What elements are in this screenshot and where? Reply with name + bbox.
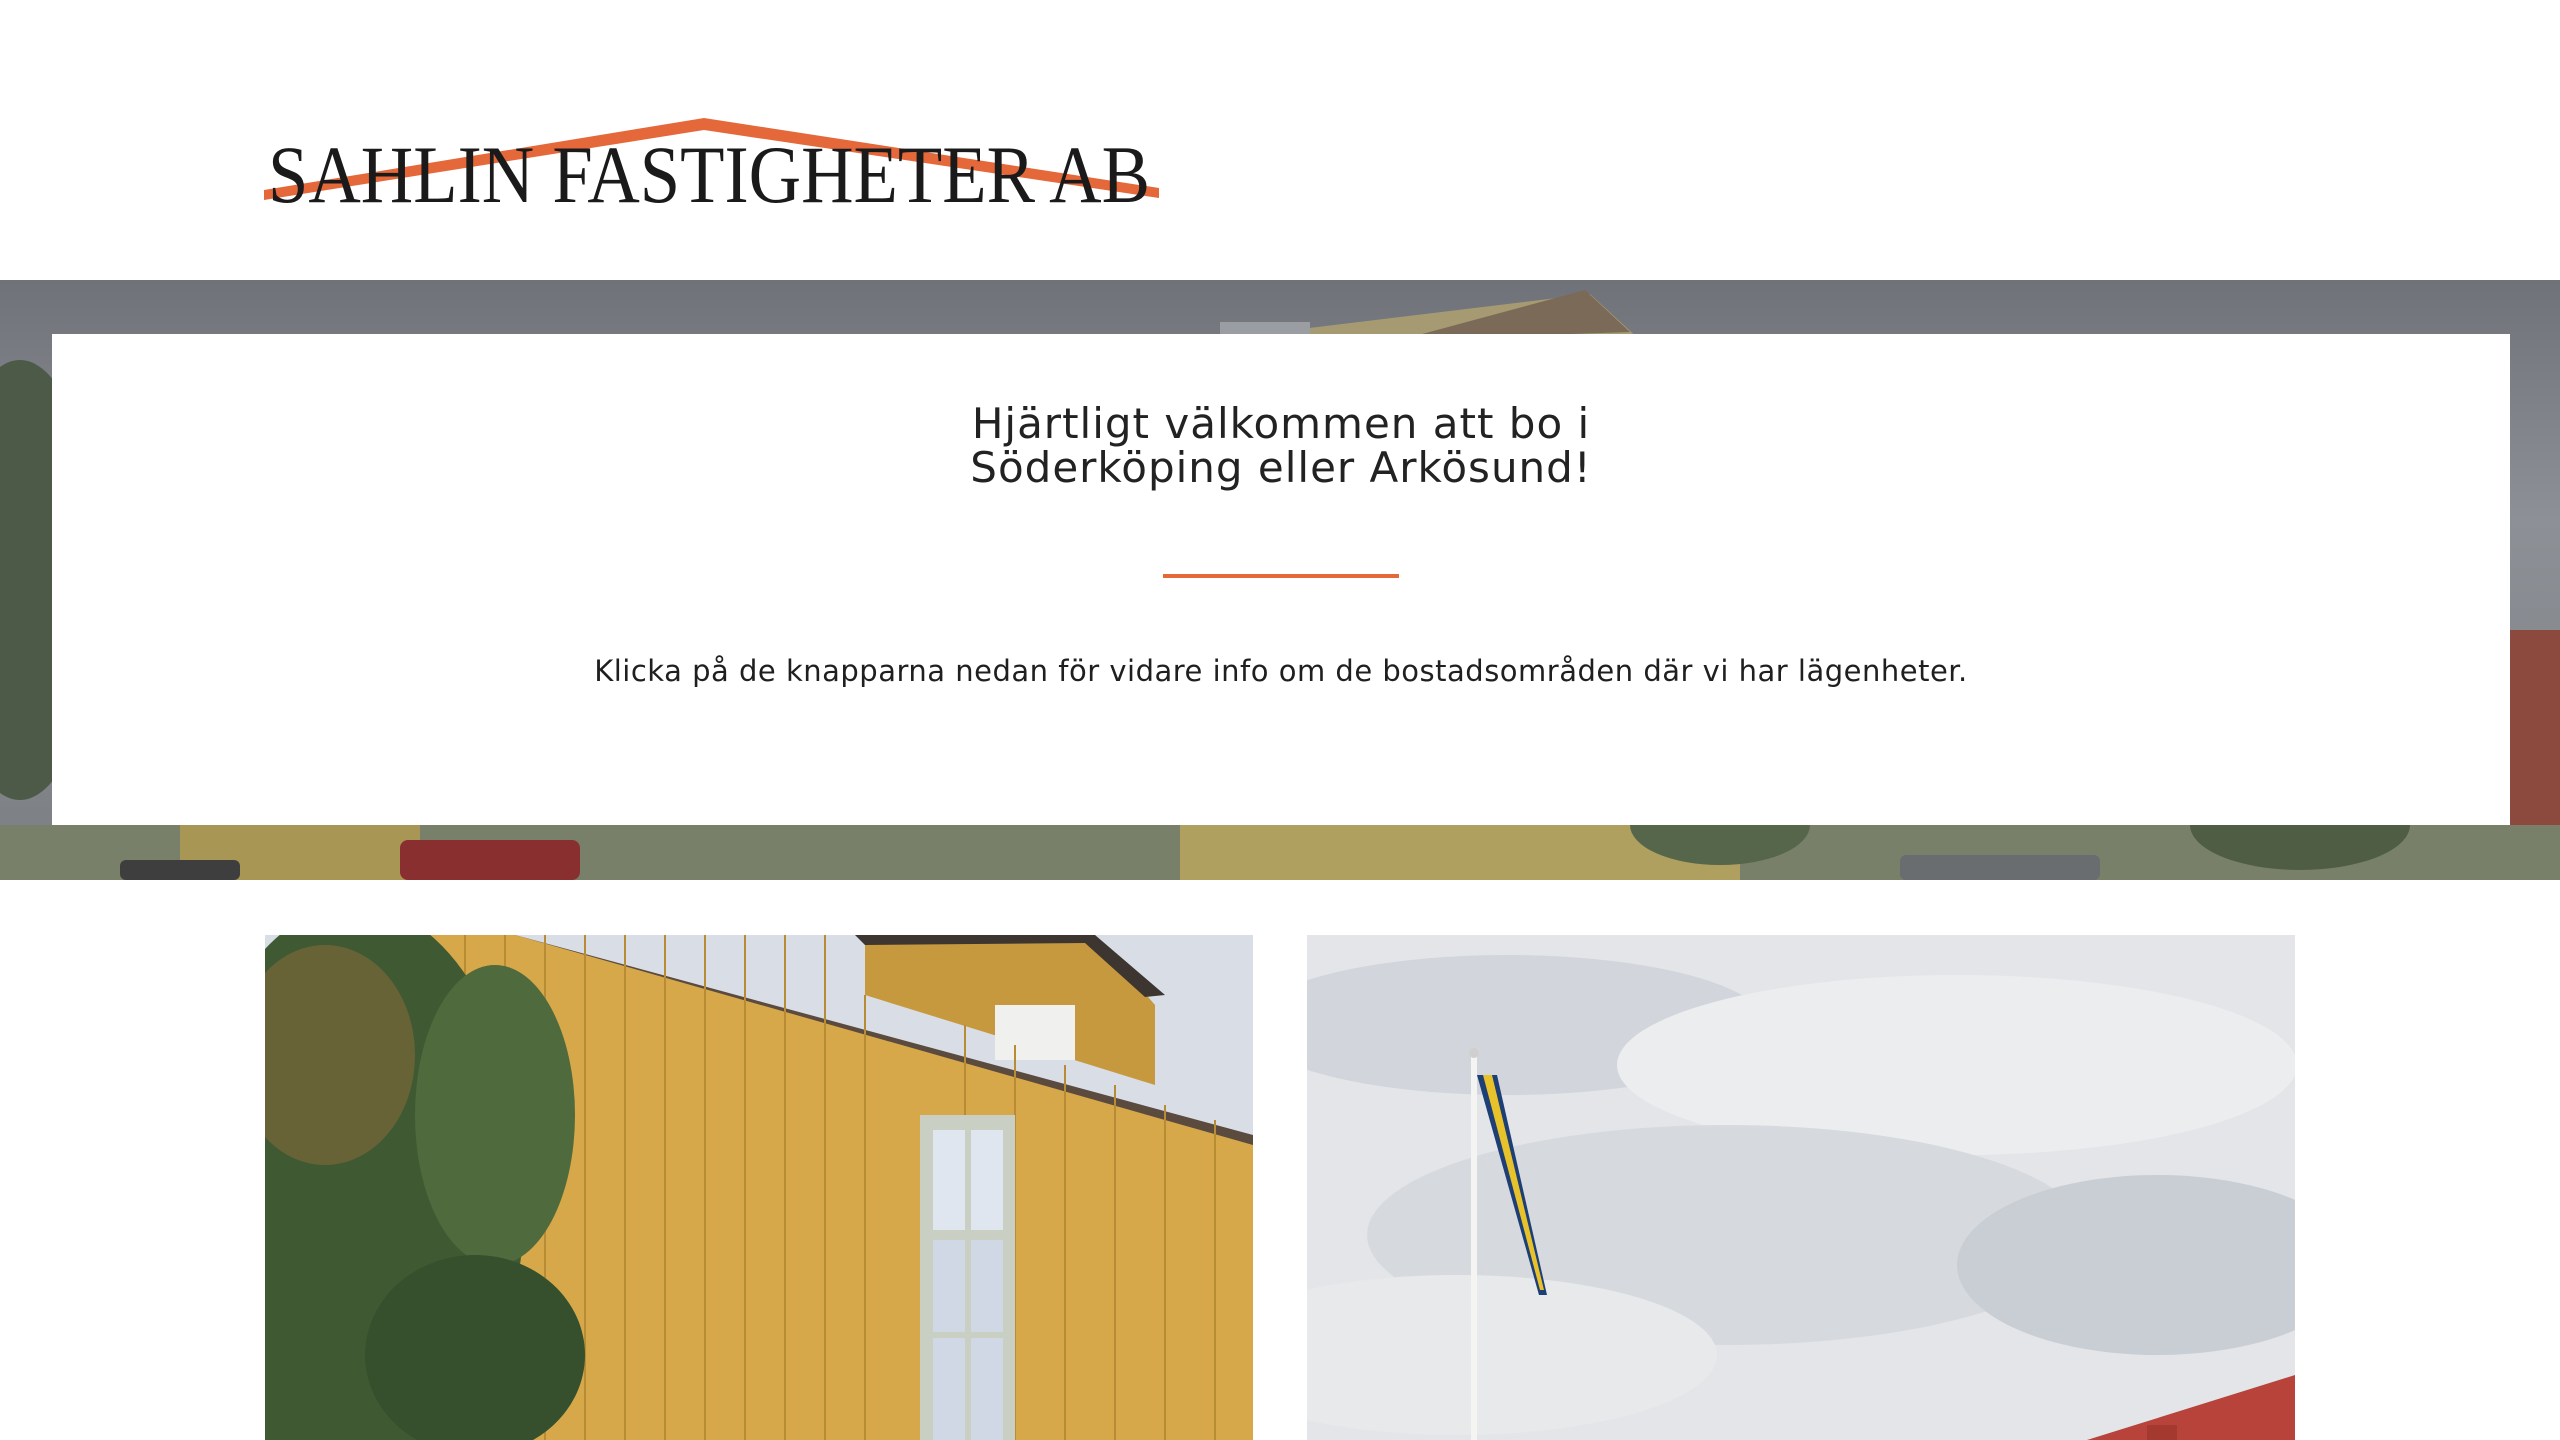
welcome-title-line1: Hjärtligt välkommen att bo i — [971, 399, 1591, 448]
title-divider — [1163, 574, 1399, 578]
site-header: SAHLIN FASTIGHETER AB — [0, 0, 2560, 280]
yellow-house-photo — [265, 935, 1253, 1440]
area-card-flagpole[interactable] — [1307, 935, 2295, 1440]
flagpole-sky-photo — [1307, 935, 2295, 1440]
welcome-intro-text: Klicka på de knapparna nedan för vidare … — [594, 654, 1968, 688]
area-card-yellow-house[interactable] — [265, 935, 1253, 1440]
welcome-title: Hjärtligt välkommen att bo i Söderköping… — [52, 402, 2510, 490]
logo-image: SAHLIN FASTIGHETER AB — [264, 118, 1159, 208]
welcome-card: Hjärtligt välkommen att bo i Söderköping… — [52, 334, 2510, 825]
svg-text:SAHLIN FASTIGHETER AB: SAHLIN FASTIGHETER AB — [268, 129, 1150, 208]
welcome-title-line2: Söderköping eller Arkösund! — [970, 443, 1592, 492]
site-logo[interactable]: SAHLIN FASTIGHETER AB — [264, 118, 1159, 208]
